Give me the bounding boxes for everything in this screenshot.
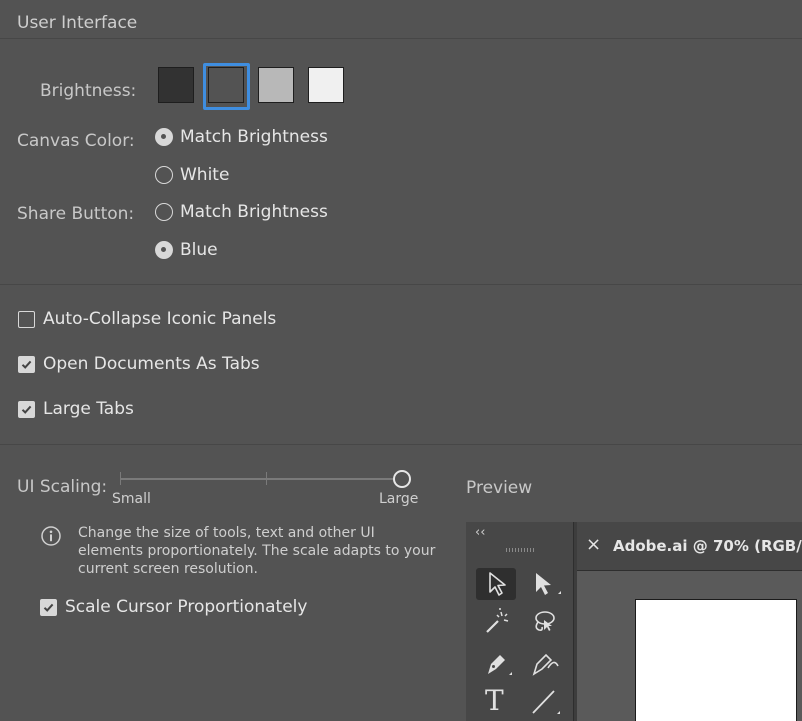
doc-tab-title: Adobe.ai @ 70% (RGB/ — [613, 537, 802, 555]
toolbar-grip — [506, 548, 534, 552]
large-tabs-label[interactable]: Large Tabs — [43, 399, 134, 419]
divider-2 — [0, 444, 802, 445]
preview-toolbar: ‹‹ T — [466, 522, 574, 721]
ui-scaling-label: UI Scaling: — [17, 477, 108, 497]
slider-tick-mid — [266, 472, 267, 485]
ui-scaling-slider-track[interactable] — [120, 478, 402, 480]
brightness-selection-ring — [203, 63, 250, 110]
divider-1 — [0, 284, 802, 285]
slider-min-label: Small — [112, 491, 151, 507]
share-button-match-brightness-label[interactable]: Match Brightness — [180, 202, 328, 222]
magic-wand-tool-icon — [476, 606, 516, 638]
share-button-blue-label[interactable]: Blue — [180, 240, 218, 260]
share-button-match-brightness-radio[interactable] — [155, 203, 173, 221]
brightness-label: Brightness: — [40, 81, 137, 101]
type-tool-icon: T — [476, 684, 516, 717]
canvas-color-label: Canvas Color: — [17, 131, 135, 151]
preview-pane: ‹‹ T × Adobe.ai @ 70% (RGB/ — [466, 522, 802, 721]
auto-collapse-checkbox[interactable] — [18, 311, 35, 328]
scale-cursor-label[interactable]: Scale Cursor Proportionately — [65, 597, 307, 617]
auto-collapse-label[interactable]: Auto-Collapse Iconic Panels — [43, 309, 276, 329]
slider-tick-min — [120, 472, 121, 485]
preview-canvas — [577, 570, 802, 721]
brightness-swatch-medium-light[interactable] — [258, 67, 294, 103]
share-button-blue-radio[interactable] — [155, 241, 173, 259]
curvature-tool-icon — [524, 648, 564, 680]
open-as-tabs-label[interactable]: Open Documents As Tabs — [43, 354, 260, 374]
scale-cursor-checkbox[interactable] — [40, 599, 57, 616]
brightness-swatch-dark[interactable] — [158, 67, 194, 103]
checkmark-icon — [21, 405, 32, 414]
preview-artboard — [635, 599, 797, 721]
slider-max-label: Large — [379, 491, 419, 507]
large-tabs-checkbox[interactable] — [18, 401, 35, 418]
checkmark-icon — [43, 603, 54, 612]
canvas-color-match-brightness-radio[interactable] — [155, 128, 173, 146]
type-tool-glyph: T — [485, 684, 504, 717]
section-divider — [0, 38, 802, 39]
selection-tool-icon — [476, 568, 516, 600]
direct-selection-tool-icon — [524, 568, 564, 600]
canvas-color-white-radio[interactable] — [155, 166, 173, 184]
pen-tool-icon — [476, 648, 516, 680]
brightness-swatch-light[interactable] — [308, 67, 344, 103]
open-as-tabs-checkbox[interactable] — [18, 356, 35, 373]
section-title: User Interface — [17, 13, 138, 33]
preview-doc-tab: × Adobe.ai @ 70% (RGB/ — [577, 522, 802, 570]
ui-scaling-info-text: Change the size of tools, text and other… — [78, 525, 436, 577]
canvas-color-match-brightness-label[interactable]: Match Brightness — [180, 127, 328, 147]
canvas-color-white-label[interactable]: White — [180, 165, 229, 185]
checkmark-icon — [21, 360, 32, 369]
preview-label: Preview — [466, 478, 533, 498]
lasso-tool-icon — [524, 606, 564, 638]
collapse-panel-icon: ‹‹ — [475, 525, 486, 540]
share-button-label: Share Button: — [17, 204, 135, 224]
close-tab-icon: × — [586, 534, 602, 555]
info-icon — [40, 525, 62, 547]
line-tool-icon — [524, 684, 564, 716]
ui-scaling-slider-handle[interactable] — [393, 470, 411, 488]
